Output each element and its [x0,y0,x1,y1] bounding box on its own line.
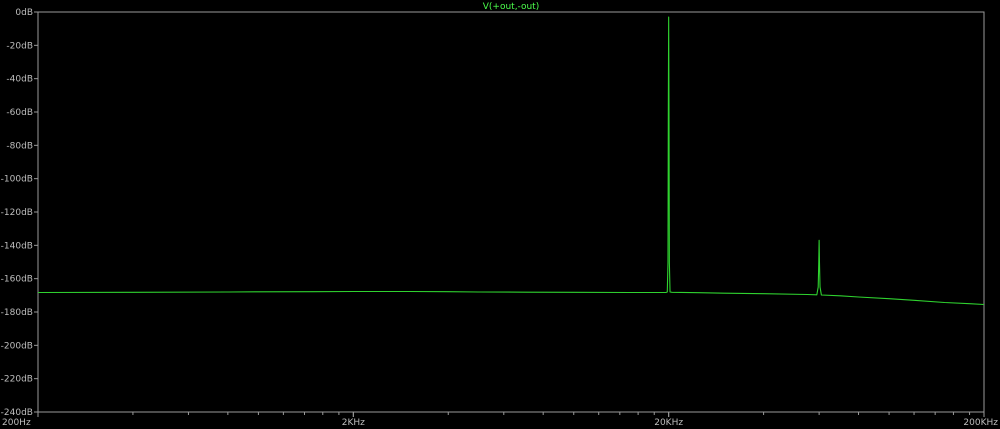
y-tick-label: -120dB [1,208,33,218]
trace-layer [37,16,985,306]
y-tick-label: -60dB [6,108,33,118]
x-tick-label: 20KHz [654,418,683,428]
waveform-plot[interactable]: 0dB -20dB -40dB -60dB -80dB -100dB -120dB -140d… [0,0,1000,429]
chart-title: V(+out,-out) [483,2,539,12]
y-tick-label: -40dB [6,75,33,85]
x-tick-label: 200KHz [963,418,998,428]
plot-frame [37,11,985,413]
y-tick-label: -20dB [6,41,33,51]
y-tick-label: -240dB [1,408,33,418]
y-tick-label: -140dB [1,241,33,251]
chart-area: 0dB -20dB -40dB -60dB -80dB -100dB -120dB -140d… [0,0,1000,429]
y-tick-label: -220dB [1,375,33,385]
axes-layer: 0dB -20dB -40dB -60dB -80dB -100dB -120dB -140d… [1,8,999,428]
y-tick-label: -200dB [1,341,33,351]
y-tick-label: -160dB [1,275,33,285]
y-tick-label: -180dB [1,308,33,318]
series-line [37,16,985,306]
x-tick-label: 200Hz [2,418,31,428]
x-tick-label: 2KHz [342,418,365,428]
y-tick-label: -100dB [1,175,33,185]
y-tick-label: -80dB [6,141,33,151]
y-tick-label: 0dB [15,8,33,18]
